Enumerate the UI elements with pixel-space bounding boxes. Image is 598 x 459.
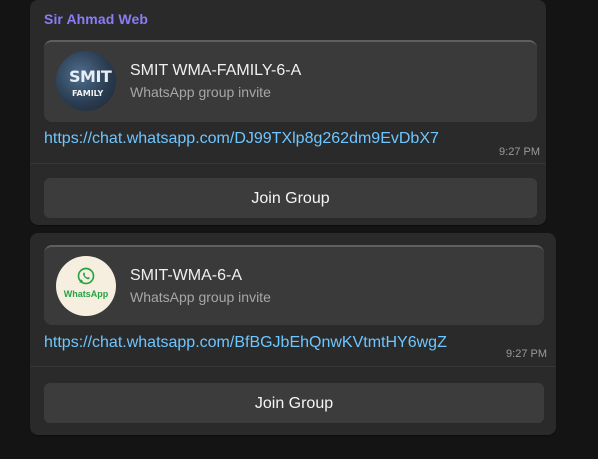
message-bubble: WhatsApp SMIT-WMA-6-A WhatsApp group inv… [30, 233, 556, 435]
invite-link[interactable]: https://chat.whatsapp.com/BfBGJbEhQnwKVt… [44, 334, 447, 352]
message-timestamp: 9:27 PM [506, 348, 547, 360]
group-invite-preview[interactable]: SMIT FAMILY SMIT WMA-FAMILY-6-A WhatsApp… [44, 40, 537, 122]
group-name: SMIT WMA-FAMILY-6-A [130, 62, 302, 79]
divider [30, 366, 556, 367]
invite-subtitle: WhatsApp group invite [130, 289, 271, 305]
divider [30, 163, 546, 164]
avatar-text: WhatsApp [63, 289, 109, 299]
join-group-button[interactable]: Join Group [44, 383, 544, 423]
whatsapp-logo-icon [77, 267, 95, 285]
group-name: SMIT-WMA-6-A [130, 267, 242, 284]
join-group-button[interactable]: Join Group [44, 178, 537, 218]
avatar-subtext: FAMILY [72, 89, 104, 98]
sender-name[interactable]: Sir Ahmad Web [44, 11, 148, 27]
invite-link[interactable]: https://chat.whatsapp.com/DJ99TXlp8g262d… [44, 130, 439, 148]
message-bubble: Sir Ahmad Web SMIT FAMILY SMIT WMA-FAMIL… [30, 0, 546, 225]
group-invite-preview[interactable]: WhatsApp SMIT-WMA-6-A WhatsApp group inv… [44, 245, 544, 325]
message-timestamp: 9:27 PM [499, 146, 540, 158]
avatar-text: SMIT [69, 67, 112, 86]
group-avatar: WhatsApp [56, 256, 116, 316]
invite-subtitle: WhatsApp group invite [130, 84, 271, 100]
group-avatar: SMIT FAMILY [56, 51, 116, 111]
